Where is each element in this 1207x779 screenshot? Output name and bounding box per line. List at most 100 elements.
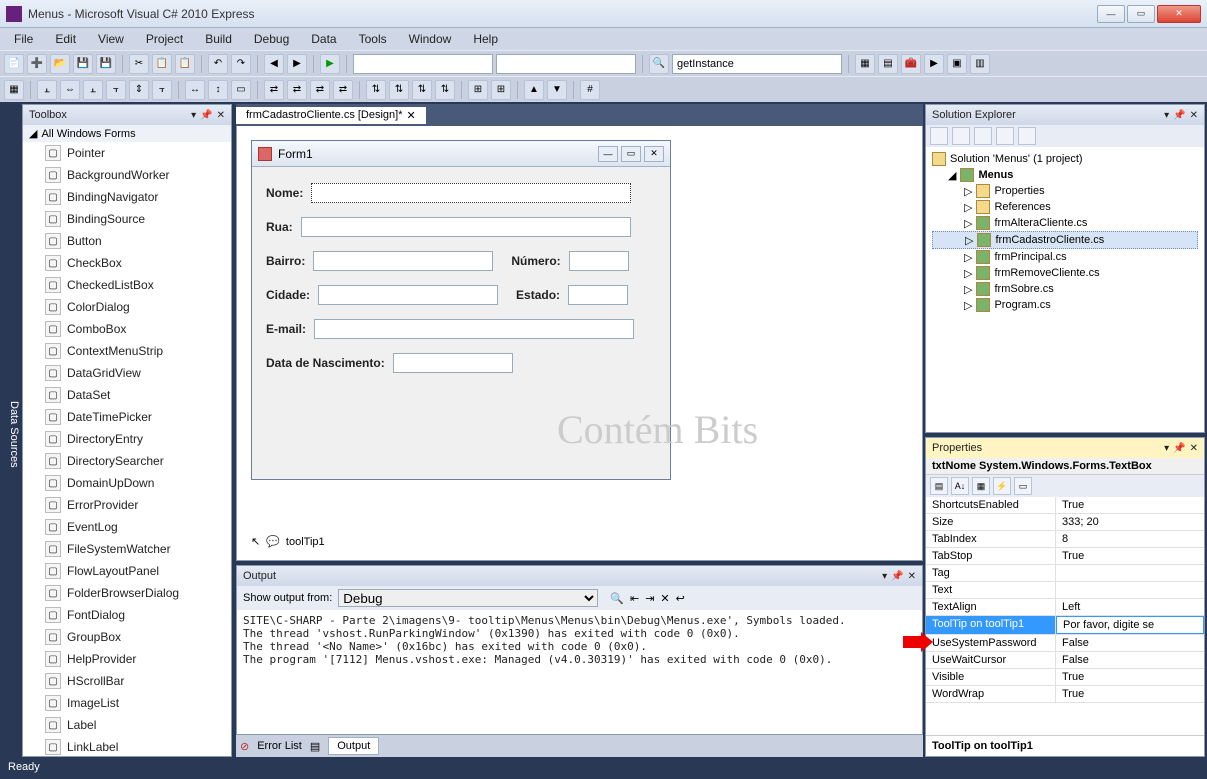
designer-tab[interactable]: frmCadastroCliente.cs [Design]* ✕ [236, 107, 426, 124]
align-grid-icon[interactable]: ▦ [4, 80, 24, 100]
property-pages-icon[interactable]: ▭ [1014, 477, 1032, 495]
open-icon[interactable]: 📂 [50, 54, 70, 74]
sol-show-all-icon[interactable] [952, 127, 970, 145]
cut-icon[interactable]: ✂ [129, 54, 149, 74]
properties-object[interactable]: txtNome System.Windows.Forms.TextBox [926, 458, 1204, 475]
output-text[interactable]: SITE\C-SHARP - Parte 2\imagens\9- toolti… [237, 610, 922, 734]
toolbox-item[interactable]: ▢DataSet [23, 384, 231, 406]
solution-node[interactable]: ▷Properties [932, 183, 1198, 199]
toolbox-item[interactable]: ▢FlowLayoutPanel [23, 560, 231, 582]
events-icon[interactable]: ⚡ [993, 477, 1011, 495]
toolbox-item[interactable]: ▢ComboBox [23, 318, 231, 340]
data-sources-tab[interactable]: Data Sources [0, 102, 20, 759]
toolbox-item[interactable]: ▢DataGridView [23, 362, 231, 384]
props-dropdown-icon[interactable]: ▾ [1164, 443, 1169, 454]
toolbox-item[interactable]: ▢FileSystemWatcher [23, 538, 231, 560]
menu-file[interactable]: File [4, 30, 43, 48]
menu-window[interactable]: Window [399, 30, 462, 48]
center-v-icon[interactable]: ⊞ [491, 80, 511, 100]
start-page-icon[interactable]: ▶ [924, 54, 944, 74]
categorized-icon[interactable]: ▤ [930, 477, 948, 495]
config-combo[interactable] [353, 54, 493, 74]
same-size-icon[interactable]: ▭ [231, 80, 251, 100]
sol-properties-icon[interactable] [930, 127, 948, 145]
tab-error-list[interactable]: Error List [257, 740, 302, 752]
toolbox-item[interactable]: ▢ImageList [23, 692, 231, 714]
property-row[interactable]: UseSystemPasswordFalse [926, 635, 1204, 652]
platform-combo[interactable] [496, 54, 636, 74]
start-debug-icon[interactable]: ▶ [320, 54, 340, 74]
align-right-icon[interactable]: ⫠ [83, 80, 103, 100]
align-top-icon[interactable]: ⫟ [106, 80, 126, 100]
output-find-icon[interactable]: 🔍 [610, 592, 624, 605]
toolbox-pin-icon[interactable]: 📌 [200, 110, 212, 121]
copy-icon[interactable]: 📋 [152, 54, 172, 74]
toolbox-item[interactable]: ▢BindingSource [23, 208, 231, 230]
sol-dropdown-icon[interactable]: ▾ [1164, 110, 1169, 121]
numero-input[interactable] [569, 251, 629, 271]
output-prev-icon[interactable]: ⇤ [630, 592, 639, 605]
toolbox-item[interactable]: ▢GroupBox [23, 626, 231, 648]
solution-tree[interactable]: Solution 'Menus' (1 project) ◢Menus ▷Pro… [926, 147, 1204, 432]
estado-combo[interactable] [568, 285, 628, 305]
property-row[interactable]: ToolTip on toolTip1Por favor, digite se [926, 616, 1204, 635]
toolbox-item[interactable]: ▢HelpProvider [23, 648, 231, 670]
save-all-icon[interactable]: 💾 [96, 54, 116, 74]
undo-icon[interactable]: ↶ [208, 54, 228, 74]
new-project-icon[interactable]: 📄 [4, 54, 24, 74]
toolbox-item[interactable]: ▢DateTimePicker [23, 406, 231, 428]
solution-node[interactable]: ▷frmSobre.cs [932, 281, 1198, 297]
properties-grid[interactable]: ShortcutsEnabledTrueSize333; 20TabIndex8… [926, 497, 1204, 735]
props-close-icon[interactable]: ✕ [1190, 443, 1198, 454]
toolbox-close-icon[interactable]: ✕ [217, 110, 225, 121]
solution-node[interactable]: ▷frmRemoveCliente.cs [932, 265, 1198, 281]
align-bottom-icon[interactable]: ⫟ [152, 80, 172, 100]
solution-node[interactable]: ▷frmAlteraCliente.cs [932, 215, 1198, 231]
component-tray[interactable]: ↖ 💬 toolTip1 [251, 535, 325, 548]
hspace-dec-icon[interactable]: ⇄ [310, 80, 330, 100]
property-row[interactable]: TabStopTrue [926, 548, 1204, 565]
sol-view-designer-icon[interactable] [1018, 127, 1036, 145]
output-next-icon[interactable]: ⇥ [645, 592, 654, 605]
tab-close-icon[interactable]: ✕ [407, 109, 416, 122]
solution-explorer-icon[interactable]: ▦ [855, 54, 875, 74]
toolbox-item[interactable]: ▢ColorDialog [23, 296, 231, 318]
sol-refresh-icon[interactable] [974, 127, 992, 145]
nav-forward-icon[interactable]: ▶ [287, 54, 307, 74]
menu-project[interactable]: Project [136, 30, 193, 48]
menu-tools[interactable]: Tools [349, 30, 397, 48]
toolbox-item[interactable]: ▢Label [23, 714, 231, 736]
solution-node[interactable]: ▷frmPrincipal.cs [932, 249, 1198, 265]
toolbox-item[interactable]: ▢BindingNavigator [23, 186, 231, 208]
menu-data[interactable]: Data [301, 30, 346, 48]
sol-pin-icon[interactable]: 📌 [1173, 110, 1185, 121]
property-row[interactable]: ShortcutsEnabledTrue [926, 497, 1204, 514]
hspace-inc-icon[interactable]: ⇄ [287, 80, 307, 100]
menu-help[interactable]: Help [463, 30, 508, 48]
same-height-icon[interactable]: ↕ [208, 80, 228, 100]
designer-surface[interactable]: Form1 — ▭ ✕ Nome: Rua: Bairro: Número: C… [236, 126, 923, 561]
toolbox-item[interactable]: ▢BackgroundWorker [23, 164, 231, 186]
toolbox-category[interactable]: ◢ All Windows Forms [23, 125, 231, 142]
toolbox-item[interactable]: ▢FolderBrowserDialog [23, 582, 231, 604]
property-row[interactable]: VisibleTrue [926, 669, 1204, 686]
search-combo[interactable]: getInstance [672, 54, 842, 74]
toolbox-icon[interactable]: 🧰 [901, 54, 921, 74]
sol-view-code-icon[interactable] [996, 127, 1014, 145]
output-clear-icon[interactable]: ✕ [660, 592, 669, 605]
nascimento-input[interactable] [393, 353, 513, 373]
send-back-icon[interactable]: ▼ [547, 80, 567, 100]
tab-order-icon[interactable]: # [580, 80, 600, 100]
property-row[interactable]: Size333; 20 [926, 514, 1204, 531]
toolbox-item[interactable]: ▢DirectoryEntry [23, 428, 231, 450]
vspace-equal-icon[interactable]: ⇅ [366, 80, 386, 100]
save-icon[interactable]: 💾 [73, 54, 93, 74]
paste-icon[interactable]: 📋 [175, 54, 195, 74]
add-item-icon[interactable]: ➕ [27, 54, 47, 74]
vspace-inc-icon[interactable]: ⇅ [389, 80, 409, 100]
solution-node[interactable]: ▷frmCadastroCliente.cs [932, 231, 1198, 249]
toolbox-item[interactable]: ▢CheckBox [23, 252, 231, 274]
toolbox-item[interactable]: ▢DirectorySearcher [23, 450, 231, 472]
property-row[interactable]: Text [926, 582, 1204, 599]
output-close-icon[interactable]: ✕ [908, 571, 916, 582]
